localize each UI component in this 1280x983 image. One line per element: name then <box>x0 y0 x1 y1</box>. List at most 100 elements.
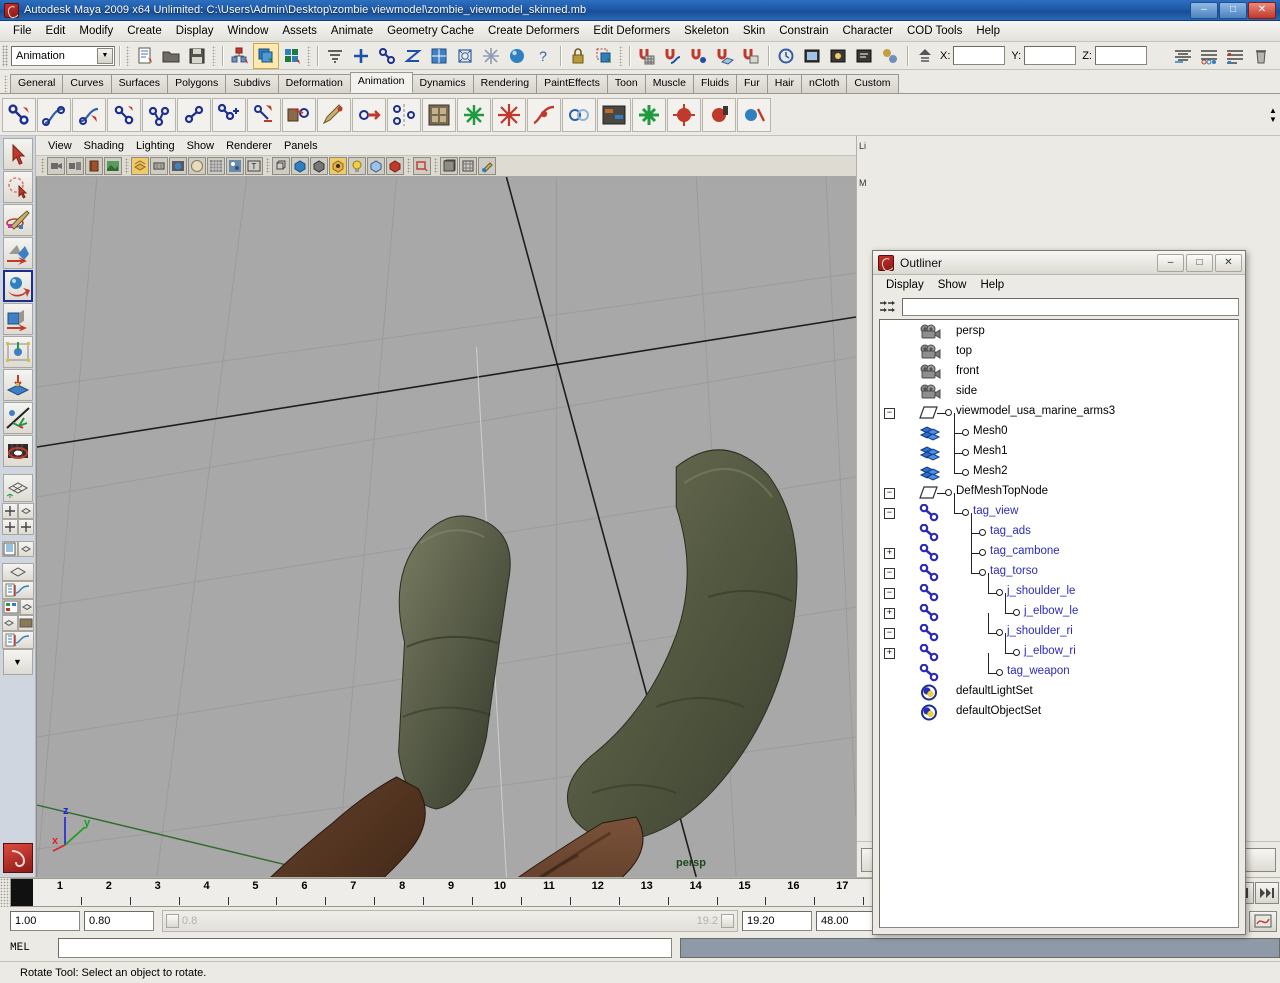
select-by-hierarchy-icon[interactable] <box>228 44 252 68</box>
shelf-tab-toon[interactable]: Toon <box>606 74 646 93</box>
show-hide-attribute-editor-icon[interactable] <box>1171 44 1195 68</box>
shelf-item-constrain-orient-icon[interactable] <box>142 97 176 132</box>
persp-view-button[interactable] <box>17 541 34 557</box>
two-pane-layout-button[interactable] <box>1 519 18 535</box>
trash-icon[interactable] <box>1249 44 1273 68</box>
persp-graph-layout-top-button[interactable] <box>1 563 34 581</box>
shelf-item-set-keyframe-icon[interactable] <box>667 97 701 132</box>
show-hide-tool-settings-icon[interactable] <box>1197 44 1221 68</box>
menu-set-selector[interactable]: Animation ▼ <box>11 45 115 66</box>
curves-mask-icon[interactable] <box>401 44 425 68</box>
outliner-item-tag_view[interactable]: − tag_view <box>880 493 1238 523</box>
last-tool-used-button[interactable] <box>2 435 33 467</box>
rotate-tool-button[interactable] <box>2 270 33 302</box>
outliner-item-tag_weapon[interactable]: tag_weapon <box>880 653 1238 683</box>
shelf-tab-subdivs[interactable]: Subdivs <box>225 74 279 93</box>
y-coordinate-field[interactable] <box>1024 46 1077 65</box>
time-slider-grip[interactable] <box>0 878 10 907</box>
outliner-menu-help[interactable]: Help <box>974 278 1012 292</box>
collapse-minus-icon[interactable]: − <box>884 487 895 499</box>
camera-attributes-icon[interactable] <box>66 157 84 175</box>
shelf-item-ik-handle-icon[interactable] <box>2 97 36 132</box>
chevron-down-icon[interactable]: ▼ <box>97 47 113 64</box>
menu-item-modify[interactable]: Modify <box>72 23 120 39</box>
wireframe-on-shaded-icon[interactable] <box>207 157 225 175</box>
image-plane-icon[interactable] <box>104 157 122 175</box>
input-output-connections-icon[interactable] <box>913 44 937 68</box>
use-all-lights-icon[interactable] <box>367 157 385 175</box>
outliner-item-tag_cambone[interactable]: + tag_cambone <box>880 533 1238 563</box>
deformers-mask-icon[interactable] <box>453 44 477 68</box>
hardware-texture-shade-icon[interactable] <box>329 157 347 175</box>
z-coordinate-field[interactable] <box>1094 46 1147 65</box>
toolbar-grip[interactable] <box>307 45 311 66</box>
shelf-item-set-key-icon[interactable] <box>247 97 281 132</box>
shelf-tab-dynamics[interactable]: Dynamics <box>411 74 474 93</box>
shelf-tab-general[interactable]: General <box>10 74 64 93</box>
lock-selection-icon[interactable] <box>566 44 590 68</box>
hardware-texturing-icon[interactable] <box>188 157 206 175</box>
handles-mask-icon[interactable] <box>349 44 373 68</box>
open-scene-icon[interactable] <box>159 44 183 68</box>
dynamics-mask-icon[interactable] <box>479 44 503 68</box>
x-coordinate-field[interactable] <box>953 46 1006 65</box>
shelf-tab-animation[interactable]: Animation <box>349 72 413 93</box>
highlight-selection-icon[interactable] <box>592 44 616 68</box>
xray-joints-icon[interactable] <box>440 157 458 175</box>
viewport-menu-shading[interactable]: Shading <box>78 139 130 153</box>
shelf-item-mirror-skin-icon[interactable] <box>387 97 421 132</box>
shelf-item-ik-fk-icon[interactable] <box>212 97 246 132</box>
outliner-item-defaultobjectset[interactable]: defaultObjectSet <box>880 703 1238 723</box>
dope-sheet-button[interactable] <box>17 615 34 631</box>
shelf-tab-rendering[interactable]: Rendering <box>472 74 538 93</box>
close-button[interactable]: ✕ <box>1248 1 1276 19</box>
xray-icon[interactable] <box>226 157 244 175</box>
toolbar-grip[interactable] <box>407 158 411 174</box>
new-scene-icon[interactable] <box>133 44 157 68</box>
shelf-item-character-set-icon[interactable] <box>632 97 666 132</box>
shelf-tab-curves[interactable]: Curves <box>62 74 112 93</box>
misc-mask-icon[interactable]: ? <box>531 44 555 68</box>
time-cursor[interactable] <box>11 879 33 906</box>
toolbar-grip[interactable] <box>212 45 216 66</box>
select-by-object-type-icon[interactable] <box>253 42 279 69</box>
shelf-tab-ncloth[interactable]: nCloth <box>801 74 848 93</box>
render-settings-icon[interactable] <box>852 44 876 68</box>
menu-item-display[interactable]: Display <box>169 23 221 39</box>
shelf-tab-fur[interactable]: Fur <box>735 74 768 93</box>
shelf-scroll-buttons[interactable]: ▲ ▼ <box>1266 95 1280 134</box>
menu-item-assets[interactable]: Assets <box>275 23 324 39</box>
outliner-item-mesh1[interactable]: Mesh1 <box>880 433 1238 463</box>
construction-history-icon[interactable] <box>774 44 798 68</box>
maximize-button[interactable]: □ <box>1219 1 1247 19</box>
joints-mask-icon[interactable] <box>375 44 399 68</box>
menu-item-skeleton[interactable]: Skeleton <box>677 23 736 39</box>
range-slider-bar[interactable]: 0.8 19.2 <box>162 910 738 932</box>
outliner-item-front[interactable]: front <box>880 363 1238 383</box>
outliner-item-mesh2[interactable]: Mesh2 <box>880 453 1238 483</box>
collapse-minus-icon[interactable]: − <box>884 587 895 599</box>
wireframe-icon[interactable] <box>150 157 168 175</box>
shelf-tab-custom[interactable]: Custom <box>846 74 899 93</box>
hypershade-icon[interactable] <box>878 44 902 68</box>
range-right-handle[interactable] <box>721 914 734 928</box>
texture-label-icon[interactable]: T <box>245 157 263 175</box>
shelf-item-breakdown-key-icon[interactable] <box>702 97 736 132</box>
expand-plus-icon[interactable]: + <box>884 607 895 619</box>
shelf-item-mute-key-icon[interactable] <box>737 97 771 132</box>
outliner-item-viewmodel_usa_marine_arms3[interactable]: − viewmodel_usa_marine_arms3 <box>880 403 1238 423</box>
rendering-mask-icon[interactable] <box>505 44 529 68</box>
outliner-minimize-button[interactable]: – <box>1157 253 1184 272</box>
grid-toggle-icon[interactable] <box>459 157 477 175</box>
smooth-shade-icon[interactable] <box>169 157 187 175</box>
smooth-shade-all-icon[interactable] <box>291 157 309 175</box>
hypergraph-layout-button[interactable] <box>1 599 20 615</box>
menu-item-character[interactable]: Character <box>835 23 900 39</box>
graph-editor-bottom-button[interactable] <box>1 631 34 649</box>
select-camera-icon[interactable] <box>47 157 65 175</box>
surfaces-mask-icon[interactable] <box>427 44 451 68</box>
toolbar-grip[interactable] <box>126 45 130 66</box>
expand-plus-icon[interactable]: + <box>884 647 895 659</box>
component-mask-icon[interactable] <box>323 44 347 68</box>
isolate-select-icon[interactable] <box>413 157 431 175</box>
